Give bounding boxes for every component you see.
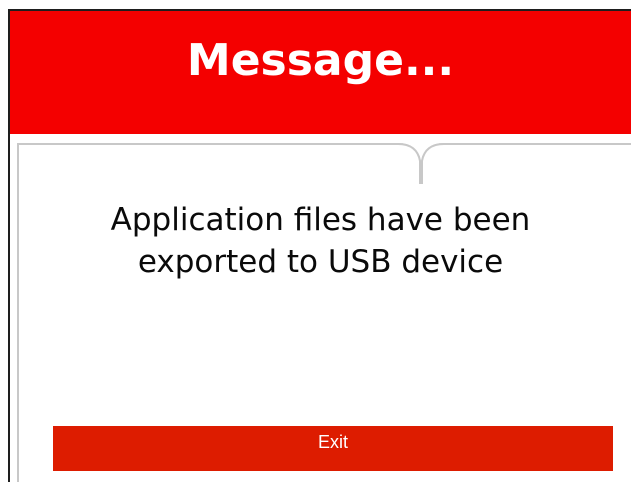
- message-line-1: Application files have been: [110, 202, 531, 238]
- dialog-header: Message...: [10, 11, 631, 134]
- dialog-title: Message...: [186, 35, 455, 86]
- message-text: Application files have been exported to …: [10, 199, 631, 283]
- exit-button[interactable]: Exit: [53, 426, 613, 471]
- message-line-2: exported to USB device: [137, 244, 504, 280]
- message-dialog: Message... Application files have been e…: [8, 9, 631, 482]
